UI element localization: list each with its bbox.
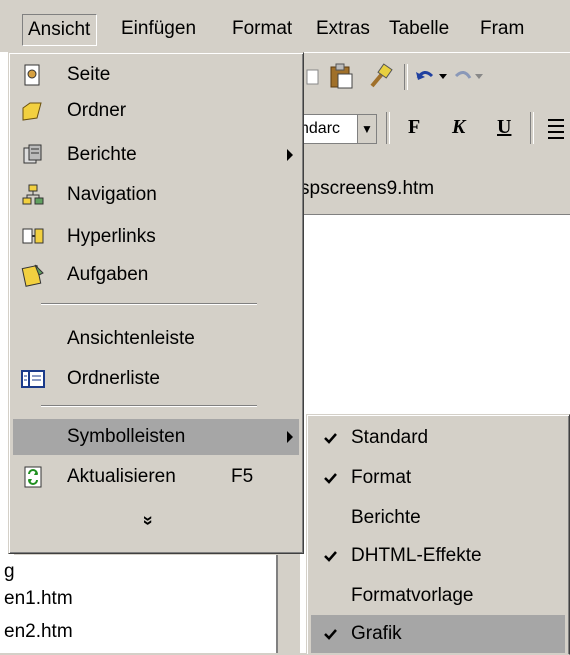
toolbars-submenu: Standard Format Berichte DHTML-Effekte F… [306, 414, 570, 655]
menu-item-label: Ordnerliste [67, 368, 160, 389]
menu-frames-label: Fram [480, 18, 525, 39]
navigation-icon [22, 184, 44, 205]
menu-item-label: Berichte [67, 144, 137, 165]
undo-dropdown-icon[interactable] [438, 73, 448, 81]
menu-item-label: Aktualisieren [67, 466, 176, 487]
menu-separator [41, 303, 257, 305]
refresh-icon [24, 466, 42, 488]
format-painter-icon[interactable] [366, 62, 394, 90]
submenu-item-label: Standard [351, 427, 429, 448]
italic-button[interactable]: K [452, 116, 465, 139]
submenu-item-berichte[interactable]: Berichte [311, 499, 565, 537]
folder-list-pane: g en1.htm en2.htm [0, 555, 278, 653]
page-icon [24, 64, 40, 86]
menu-ansicht[interactable]: Ansicht [22, 14, 98, 46]
submenu-item-format[interactable]: Format [311, 459, 565, 497]
tasks-icon [21, 264, 44, 287]
menu-item-aktualisieren[interactable]: Aktualisieren F5 [13, 459, 299, 495]
menu-item-aufgaben[interactable]: Aufgaben [13, 257, 299, 293]
menu-item-ordner[interactable]: Ordner [13, 93, 299, 129]
submenu-arrow-icon [287, 149, 293, 161]
expand-menu-icon[interactable]: » [139, 510, 159, 531]
bold-button[interactable]: F [408, 116, 420, 139]
menu-item-label: Navigation [67, 184, 157, 205]
reports-icon [23, 144, 42, 164]
submenu-item-formatvorlage[interactable]: Formatvorlage [311, 577, 565, 615]
hyperlinks-icon [22, 228, 44, 244]
submenu-item-dhtml-effekte[interactable]: DHTML-Effekte [311, 537, 565, 575]
menu-item-berichte[interactable]: Berichte [13, 137, 299, 173]
menu-item-label: Aufgaben [67, 264, 149, 285]
submenu-item-grafik[interactable]: Grafik [311, 615, 565, 653]
redo-dropdown-icon[interactable] [474, 73, 484, 81]
underline-button[interactable]: U [497, 116, 511, 139]
chevron-down-icon[interactable]: ▼ [357, 115, 376, 143]
checkmark-icon [324, 433, 337, 444]
menu-einfuegen[interactable]: Einfügen [121, 14, 196, 44]
menu-format-label: Format [232, 18, 293, 39]
checkmark-icon [324, 629, 337, 640]
list-item[interactable]: en1.htm [4, 588, 73, 610]
paste-icon[interactable] [328, 62, 356, 90]
redo-icon[interactable] [452, 66, 474, 86]
submenu-item-label: Grafik [351, 623, 402, 644]
expand-menu-glyph: » [138, 515, 159, 526]
menu-item-ordnerliste[interactable]: Ordnerliste [13, 361, 299, 397]
standard-toolbar [300, 58, 570, 94]
toolbar-separator [404, 64, 408, 90]
checkmark-icon [324, 473, 337, 484]
menu-item-label: Seite [67, 64, 111, 85]
style-select-value: ndarc [300, 120, 341, 137]
folder-list-icon [21, 370, 45, 388]
menu-item-label: Ordner [67, 100, 127, 121]
menu-item-symbolleisten[interactable]: Symbolleisten [13, 419, 299, 455]
toolbar-separator [530, 112, 534, 144]
menu-ansicht-label: Ansicht [28, 19, 91, 40]
submenu-item-label: Format [351, 467, 412, 488]
submenu-item-standard[interactable]: Standard [311, 419, 565, 457]
menu-bar: Ansicht Einfügen Format Extras Tabelle F… [0, 0, 570, 53]
menu-einfuegen-label: Einfügen [121, 18, 197, 39]
menu-item-label: Ansichtenleiste [67, 328, 195, 349]
menu-frames[interactable]: Fram [480, 14, 524, 44]
menu-item-navigation[interactable]: Navigation [13, 177, 299, 213]
document-tab-title: spscreens9.htm [300, 178, 435, 199]
list-item[interactable]: en2.htm [4, 621, 73, 643]
menu-extras-label: Extras [316, 18, 370, 39]
menu-item-hyperlinks[interactable]: Hyperlinks [13, 219, 299, 255]
menu-extras[interactable]: Extras [316, 14, 370, 44]
menu-format[interactable]: Format [232, 14, 292, 44]
submenu-item-label: Formatvorlage [351, 585, 474, 606]
submenu-item-label: Berichte [351, 507, 421, 528]
menu-item-seite[interactable]: Seite [13, 57, 299, 93]
menu-tabelle-label: Tabelle [389, 18, 450, 39]
menu-item-ansichtenleiste[interactable]: Ansichtenleiste [13, 321, 299, 357]
undo-icon[interactable] [414, 66, 436, 86]
align-left-icon[interactable] [548, 117, 564, 139]
menu-item-label: Symbolleisten [67, 426, 186, 447]
shortcut-label: F5 [231, 466, 254, 487]
document-tab[interactable]: spscreens9.htm [300, 170, 570, 215]
submenu-arrow-icon [287, 431, 293, 443]
style-select[interactable]: ndarc ▼ [300, 114, 377, 144]
toolbar-separator [386, 112, 390, 144]
menu-tabelle[interactable]: Tabelle [389, 14, 449, 44]
list-item[interactable]: g [4, 561, 15, 583]
checkmark-icon [324, 551, 337, 562]
menu-item-label: Hyperlinks [67, 226, 156, 247]
folder-icon [22, 102, 42, 121]
copy-icon[interactable] [306, 66, 322, 86]
view-menu: Seite Ordner Berichte Navigation Hyperli… [8, 52, 304, 554]
submenu-item-label: DHTML-Effekte [351, 545, 482, 566]
menu-separator [41, 405, 257, 407]
